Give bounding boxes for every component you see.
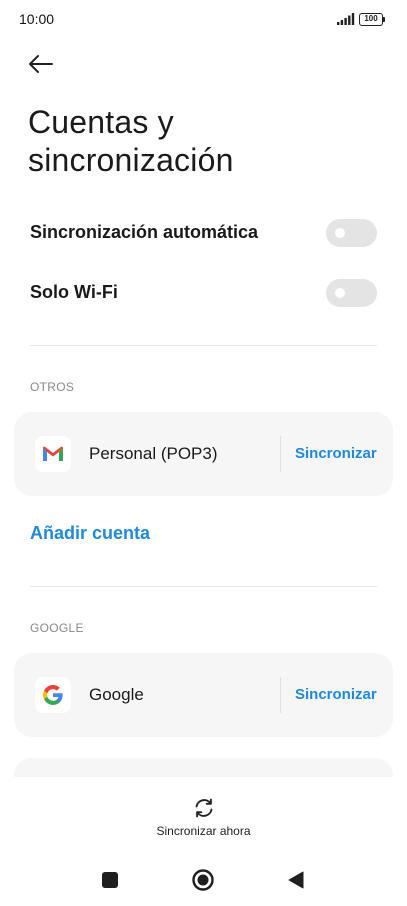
sync-button-personal[interactable]: Sincronizar [295,445,377,462]
toggle-knob [335,228,345,238]
home-icon[interactable] [192,869,214,891]
back-icon[interactable] [288,871,304,889]
navigation-bar [0,860,407,900]
divider [30,586,377,587]
sync-now-button[interactable]: Sincronizar ahora [143,793,264,843]
recent-apps-icon[interactable] [102,872,118,888]
google-icon [35,677,71,713]
status-time: 10:00 [19,11,55,27]
add-account-link[interactable]: Añadir cuenta [30,523,150,544]
arrow-left-icon [29,55,53,73]
card-separator [280,436,281,472]
card-separator [280,677,281,713]
page-title: Cuentas y sincronización [28,104,234,178]
sync-now-label: Sincronizar ahora [156,824,251,838]
battery-tip [383,17,385,22]
auto-sync-toggle[interactable] [326,219,377,247]
section-header-google: GOOGLE [30,621,84,635]
status-bar: 10:00 100 [0,0,407,38]
auto-sync-row[interactable]: Sincronización automática [0,205,407,261]
signal-icon [337,13,355,25]
divider [30,345,377,346]
toggle-knob [335,288,345,298]
auto-sync-label: Sincronización automática [30,222,259,242]
account-card-personal[interactable]: Personal (POP3) Sincronizar [14,412,393,496]
sync-icon [195,798,213,818]
account-card-google[interactable]: Google Sincronizar [14,653,393,737]
battery-level: 100 [359,13,383,26]
gmail-icon [35,436,71,472]
section-header-otros: OTROS [30,380,75,394]
wifi-only-label: Solo Wi-Fi [30,282,118,302]
back-button[interactable] [24,48,58,80]
screen: 10:00 100 Cuentas y sincronización Sincr… [0,0,407,906]
account-name: Google [89,685,144,704]
wifi-only-row[interactable]: Solo Wi-Fi [0,265,407,321]
battery-icon: 100 [359,13,386,26]
wifi-only-toggle[interactable] [326,279,377,307]
account-name: Personal (POP3) [89,444,218,463]
sync-button-google[interactable]: Sincronizar [295,686,377,703]
